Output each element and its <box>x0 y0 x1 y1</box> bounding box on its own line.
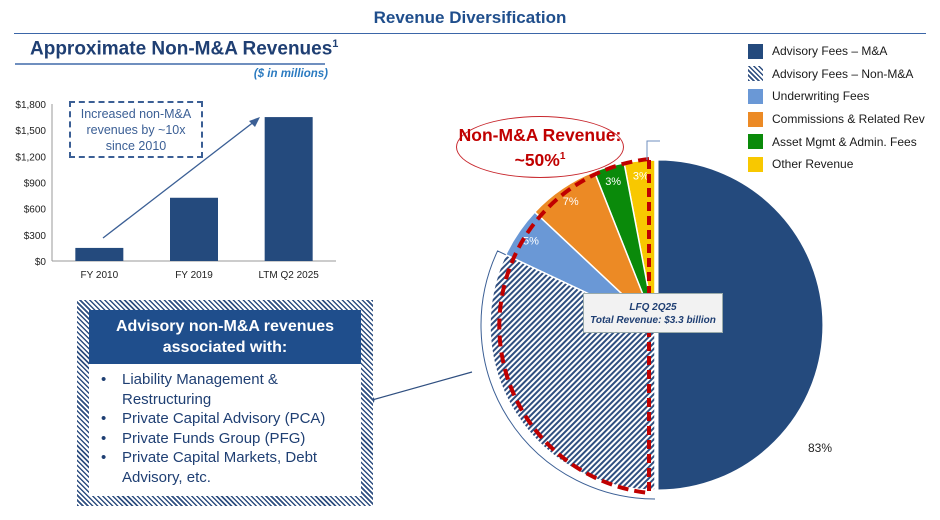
pie-slice-label: 7% <box>563 196 579 208</box>
non-ma-revenue-callout: Non-M&A Revenue: ~50%1 <box>456 116 624 178</box>
legend-swatch <box>748 43 763 59</box>
legend-item: Advisory Fees – Non-M&A <box>748 63 925 86</box>
legend-swatch <box>748 66 763 82</box>
list-item: Private Capital Markets, Debt Advisory, … <box>101 448 353 487</box>
legend-swatch <box>748 111 763 127</box>
advisory-box-list: Liability Management & Restructuring Pri… <box>89 364 361 496</box>
total-revenue-label: Total Revenue: $3.3 billion <box>590 315 716 326</box>
legend-label: Asset Mgmt & Admin. Fees <box>772 134 917 149</box>
oval-line1: Non-M&A Revenue: <box>458 125 622 145</box>
legend-item: Advisory Fees – M&A <box>748 40 925 63</box>
connector-line <box>371 371 473 401</box>
legend-label: Other Revenue <box>772 157 854 172</box>
legend-label: Underwriting Fees <box>772 89 870 104</box>
oval-line2: ~50% <box>514 149 560 170</box>
legend-item: Asset Mgmt & Admin. Fees <box>748 130 925 153</box>
pie-slice-label: 3% <box>633 171 649 183</box>
pie-slice-label: 5% <box>523 236 539 248</box>
legend-item: Underwriting Fees <box>748 85 925 108</box>
legend-swatch <box>748 88 763 104</box>
list-item: Private Capital Advisory (PCA) <box>101 409 353 429</box>
ma-outline-tick <box>646 140 660 160</box>
pie-slice-label: 3% <box>605 176 621 188</box>
advisory-box-heading: Advisory non-M&A revenues associated wit… <box>89 310 361 364</box>
ma-percent-label: 83% <box>808 441 833 455</box>
legend-item: Commissions & Related Rev <box>748 108 925 131</box>
legend-item: Other Revenue <box>748 153 925 176</box>
legend-label: Advisory Fees – M&A <box>772 44 888 59</box>
oval-line2-wrap: ~50%1 <box>457 146 623 171</box>
advisory-non-ma-box: Advisory non-M&A revenues associated wit… <box>77 300 373 506</box>
pie-center-label: LFQ 2Q25 Total Revenue: $3.3 billion <box>583 293 723 333</box>
list-item: Private Funds Group (PFG) <box>101 429 353 449</box>
legend-swatch <box>748 156 763 172</box>
legend-swatch <box>748 134 763 150</box>
legend: Advisory Fees – M&A Advisory Fees – Non-M… <box>748 40 925 176</box>
legend-label: Commissions & Related Rev <box>772 112 925 127</box>
legend-label: Advisory Fees – Non-M&A <box>772 66 914 81</box>
footnote-marker: 1 <box>559 151 566 162</box>
period-label: LFQ 2Q25 <box>629 302 677 313</box>
list-item: Liability Management & Restructuring <box>101 370 353 409</box>
